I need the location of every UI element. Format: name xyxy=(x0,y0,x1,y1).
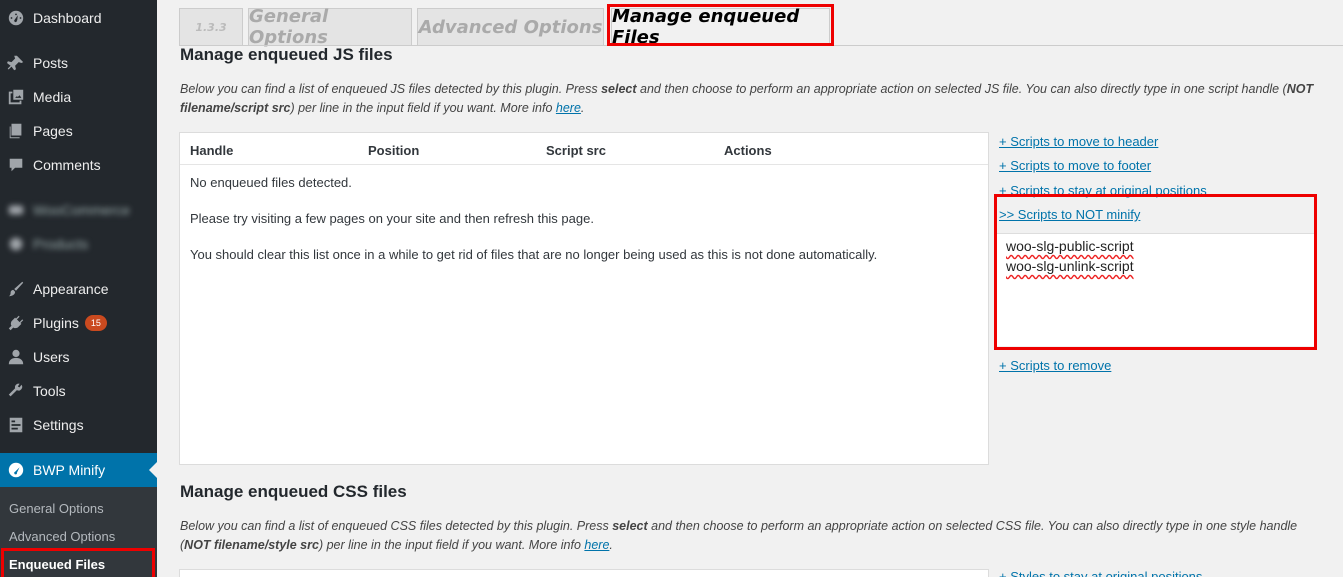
wrench-icon xyxy=(7,382,25,400)
menu-bwp-minify[interactable]: BWP Minify xyxy=(0,453,157,487)
js-more-info-link[interactable]: here xyxy=(556,101,581,115)
scripts-move-footer-link[interactable]: + Scripts to move to footer xyxy=(999,158,1151,173)
menu-label: Users xyxy=(33,349,70,365)
gauge-icon xyxy=(7,461,25,479)
highlight-not-minify xyxy=(994,194,1317,350)
menu-pages[interactable]: Pages xyxy=(0,114,157,148)
scripts-remove-link[interactable]: + Scripts to remove xyxy=(999,358,1111,373)
plugin-icon xyxy=(7,314,25,332)
menu-settings[interactable]: Settings xyxy=(0,408,157,442)
menu-media[interactable]: Media xyxy=(0,80,157,114)
menu-label: Comments xyxy=(33,157,101,173)
menu-dashboard[interactable]: Dashboard xyxy=(0,1,157,35)
menu-label: Media xyxy=(33,89,72,105)
no-files-message: No enqueued files detected. xyxy=(190,175,352,190)
user-icon xyxy=(7,348,25,366)
css-section-title: Manage enqueued CSS files xyxy=(180,482,407,501)
visit-pages-message: Please try visiting a few pages on your … xyxy=(190,211,594,226)
dashboard-icon xyxy=(7,9,25,27)
menu-label: Dashboard xyxy=(33,10,102,26)
column-handle: Handle xyxy=(190,143,234,158)
menu-label: BWP Minify xyxy=(33,462,106,478)
menu-comments[interactable]: Comments xyxy=(0,148,157,182)
plugins-update-badge: 15 xyxy=(84,315,107,331)
pin-icon xyxy=(7,54,25,72)
column-position: Position xyxy=(368,143,420,158)
css-section-description: Below you can find a list of enqueued CS… xyxy=(180,519,1298,552)
submenu-general-options[interactable]: General Options xyxy=(9,501,104,516)
menu-label: WooCommerce xyxy=(33,202,130,218)
menu-users[interactable]: Users xyxy=(0,340,157,374)
menu-woocommerce[interactable]: WooCommerce xyxy=(0,193,157,227)
scripts-move-header-link[interactable]: + Scripts to move to header xyxy=(999,134,1158,149)
highlight-enqueued-files xyxy=(1,548,155,577)
clear-list-message: You should clear this list once in a whi… xyxy=(190,247,878,262)
menu-label: Posts xyxy=(33,55,69,71)
menu-label: Pages xyxy=(33,123,73,139)
tab-version: 1.3.3 xyxy=(179,8,243,45)
pages-icon xyxy=(7,122,25,140)
menu-label: Products xyxy=(33,236,89,252)
tab-general-options[interactable]: General Options xyxy=(248,6,412,48)
menu-tools[interactable]: Tools xyxy=(0,374,157,408)
active-menu-arrow xyxy=(149,462,157,478)
brush-icon xyxy=(7,280,25,298)
menu-label: Plugins xyxy=(33,315,79,331)
js-section-title: Manage enqueued JS files xyxy=(180,45,393,64)
comments-icon xyxy=(7,156,25,174)
products-icon xyxy=(7,235,25,253)
submenu-advanced-options[interactable]: Advanced Options xyxy=(9,529,115,544)
css-more-info-link[interactable]: here xyxy=(584,538,609,552)
woocommerce-icon xyxy=(7,201,25,219)
media-icon xyxy=(7,88,25,106)
highlight-active-tab xyxy=(607,4,834,46)
js-section-description: Below you can find a list of enqueued JS… xyxy=(180,82,1314,115)
css-files-table xyxy=(179,569,989,577)
menu-label: Settings xyxy=(33,417,84,433)
menu-products[interactable]: Products xyxy=(0,227,157,261)
menu-label: Tools xyxy=(33,383,66,399)
admin-sidebar: Dashboard Posts Media Pages Comments Woo… xyxy=(0,0,157,577)
column-actions: Actions xyxy=(724,143,772,158)
column-script-src: Script src xyxy=(546,143,606,158)
menu-posts[interactable]: Posts xyxy=(0,46,157,80)
settings-icon xyxy=(7,416,25,434)
table-header-divider xyxy=(180,164,988,165)
js-files-table: Handle Position Script src Actions No en… xyxy=(179,132,989,465)
menu-appearance[interactable]: Appearance xyxy=(0,272,157,306)
tab-advanced-options[interactable]: Advanced Options xyxy=(417,8,604,45)
menu-plugins[interactable]: Plugins 15 xyxy=(0,306,157,340)
styles-original-position-link[interactable]: + Styles to stay at original positions xyxy=(999,569,1202,577)
menu-label: Appearance xyxy=(33,281,109,297)
